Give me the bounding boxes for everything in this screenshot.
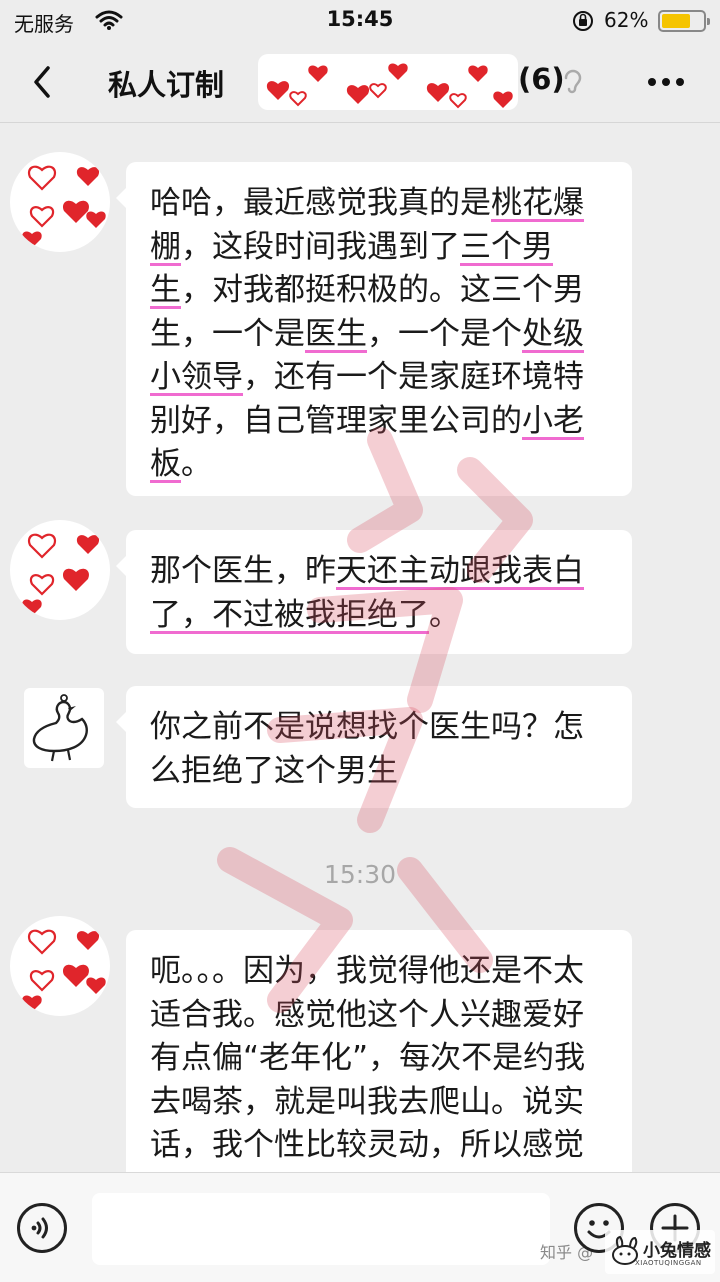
message-text: 你之前不是说想找个医生吗？怎么拒绝了这个男生 (150, 709, 584, 789)
message-text: 哈哈，最近感觉我真的是 (150, 185, 491, 221)
redacted-name-hearts (258, 54, 518, 110)
duck-avatar[interactable] (24, 688, 104, 768)
avatar[interactable] (10, 916, 110, 1016)
message-text: 。 (429, 596, 460, 633)
message-text: 。 (181, 446, 212, 482)
message-text: 呃。。。因为，我觉得他还是不太适合我。感觉他这个人兴趣爱好有点偏“老年化”，每次… (150, 953, 586, 1190)
member-count: (6) (518, 62, 565, 96)
message-text: ，这段时间我遇到了 (181, 228, 460, 265)
avatar[interactable] (10, 152, 110, 252)
message-input[interactable] (92, 1193, 550, 1265)
highlighted-text: 医生 (305, 315, 367, 352)
orientation-lock-icon (571, 9, 595, 37)
message-bubble[interactable]: 哈哈，最近感觉我真的是桃花爆棚，这段时间我遇到了三个男生，对我都挺积极的。这三个… (116, 162, 632, 496)
back-chevron-icon[interactable] (24, 62, 64, 102)
more-dots-icon[interactable] (644, 66, 688, 98)
message-bubble[interactable]: 呃。。。因为，我觉得他还是不太适合我。感觉他这个人兴趣爱好有点偏“老年化”，每次… (126, 930, 632, 1190)
message-bubble[interactable]: 你之前不是说想找个医生吗？怎么拒绝了这个男生 (116, 686, 632, 808)
avatar[interactable] (10, 520, 110, 620)
message-text: ，一个是个 (367, 315, 522, 352)
brand-name: 小兔情感 (643, 1241, 711, 1261)
message-timestamp: 15:30 (323, 860, 397, 889)
ear-icon (562, 66, 584, 100)
chat-header: 私人订制 (6) (0, 42, 720, 123)
chat-title: 私人订制 (108, 68, 225, 102)
brand-subtitle: XIAOTUQINGGAN (635, 1259, 702, 1267)
voice-icon[interactable] (17, 1203, 67, 1253)
message-text: 那个医生，昨 (150, 553, 336, 589)
status-bar: 无服务 15:45 62% (0, 0, 720, 42)
battery-icon (658, 10, 710, 32)
battery-percent: 62% (604, 8, 649, 32)
brand-watermark: 小兔情感 XIAOTUQINGGAN (605, 1230, 715, 1274)
message-bubble[interactable]: 那个医生，昨天还主动跟我表白了，不过被我拒绝了。 (116, 530, 632, 654)
